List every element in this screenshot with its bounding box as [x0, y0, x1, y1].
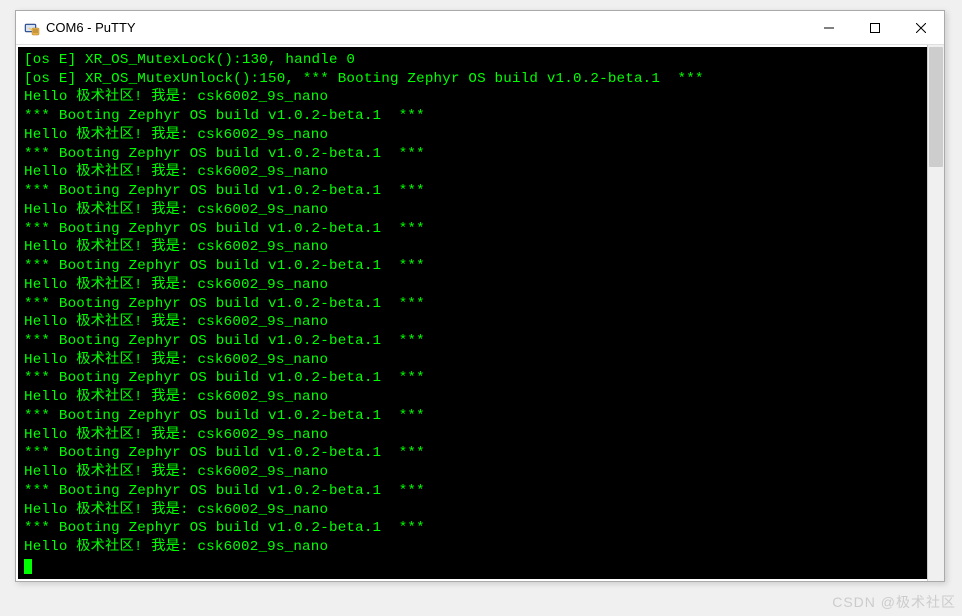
watermark-text: CSDN @极术社区: [832, 592, 956, 612]
window-title: COM6 - PuTTY: [46, 20, 136, 35]
terminal-line: Hello 极术社区! 我是: csk6002_9s_nano: [24, 163, 936, 182]
terminal-line: *** Booting Zephyr OS build v1.0.2-beta.…: [24, 482, 936, 501]
terminal-area[interactable]: [os E] XR_OS_MutexLock():130, handle 0[o…: [18, 47, 942, 579]
terminal-line: Hello 极术社区! 我是: csk6002_9s_nano: [24, 538, 936, 557]
terminal-line: Hello 极术社区! 我是: csk6002_9s_nano: [24, 388, 936, 407]
terminal-line: *** Booting Zephyr OS build v1.0.2-beta.…: [24, 295, 936, 314]
terminal-line: Hello 极术社区! 我是: csk6002_9s_nano: [24, 238, 936, 257]
minimize-button[interactable]: [806, 11, 852, 44]
window-controls: [806, 11, 944, 44]
terminal-line: *** Booting Zephyr OS build v1.0.2-beta.…: [24, 257, 936, 276]
terminal-line: *** Booting Zephyr OS build v1.0.2-beta.…: [24, 369, 936, 388]
putty-icon: [24, 20, 40, 36]
terminal-line: *** Booting Zephyr OS build v1.0.2-beta.…: [24, 444, 936, 463]
terminal-line: Hello 极术社区! 我是: csk6002_9s_nano: [24, 463, 936, 482]
putty-window: COM6 - PuTTY [os E] XR_OS_MutexLock():13…: [15, 10, 945, 582]
terminal-line: Hello 极术社区! 我是: csk6002_9s_nano: [24, 313, 936, 332]
terminal-line: Hello 极术社区! 我是: csk6002_9s_nano: [24, 276, 936, 295]
terminal-line: Hello 极术社区! 我是: csk6002_9s_nano: [24, 88, 936, 107]
terminal-line: [os E] XR_OS_MutexUnlock():150, *** Boot…: [24, 70, 936, 89]
terminal-line: *** Booting Zephyr OS build v1.0.2-beta.…: [24, 182, 936, 201]
scrollbar-thumb[interactable]: [929, 47, 943, 167]
terminal-line: *** Booting Zephyr OS build v1.0.2-beta.…: [24, 407, 936, 426]
terminal-line: Hello 极术社区! 我是: csk6002_9s_nano: [24, 426, 936, 445]
close-button[interactable]: [898, 11, 944, 44]
terminal-line: *** Booting Zephyr OS build v1.0.2-beta.…: [24, 107, 936, 126]
titlebar-left: COM6 - PuTTY: [16, 20, 136, 36]
terminal-line: *** Booting Zephyr OS build v1.0.2-beta.…: [24, 145, 936, 164]
cursor-block: [24, 559, 32, 574]
terminal-line: Hello 极术社区! 我是: csk6002_9s_nano: [24, 126, 936, 145]
terminal-line: *** Booting Zephyr OS build v1.0.2-beta.…: [24, 220, 936, 239]
terminal-line: Hello 极术社区! 我是: csk6002_9s_nano: [24, 201, 936, 220]
terminal-line: Hello 极术社区! 我是: csk6002_9s_nano: [24, 501, 936, 520]
maximize-button[interactable]: [852, 11, 898, 44]
vertical-scrollbar[interactable]: [927, 45, 944, 581]
titlebar[interactable]: COM6 - PuTTY: [16, 11, 944, 45]
terminal-line: Hello 极术社区! 我是: csk6002_9s_nano: [24, 351, 936, 370]
terminal-line: *** Booting Zephyr OS build v1.0.2-beta.…: [24, 332, 936, 351]
terminal-line: [os E] XR_OS_MutexLock():130, handle 0: [24, 51, 936, 70]
terminal-cursor-line: [24, 557, 936, 576]
terminal-line: *** Booting Zephyr OS build v1.0.2-beta.…: [24, 519, 936, 538]
